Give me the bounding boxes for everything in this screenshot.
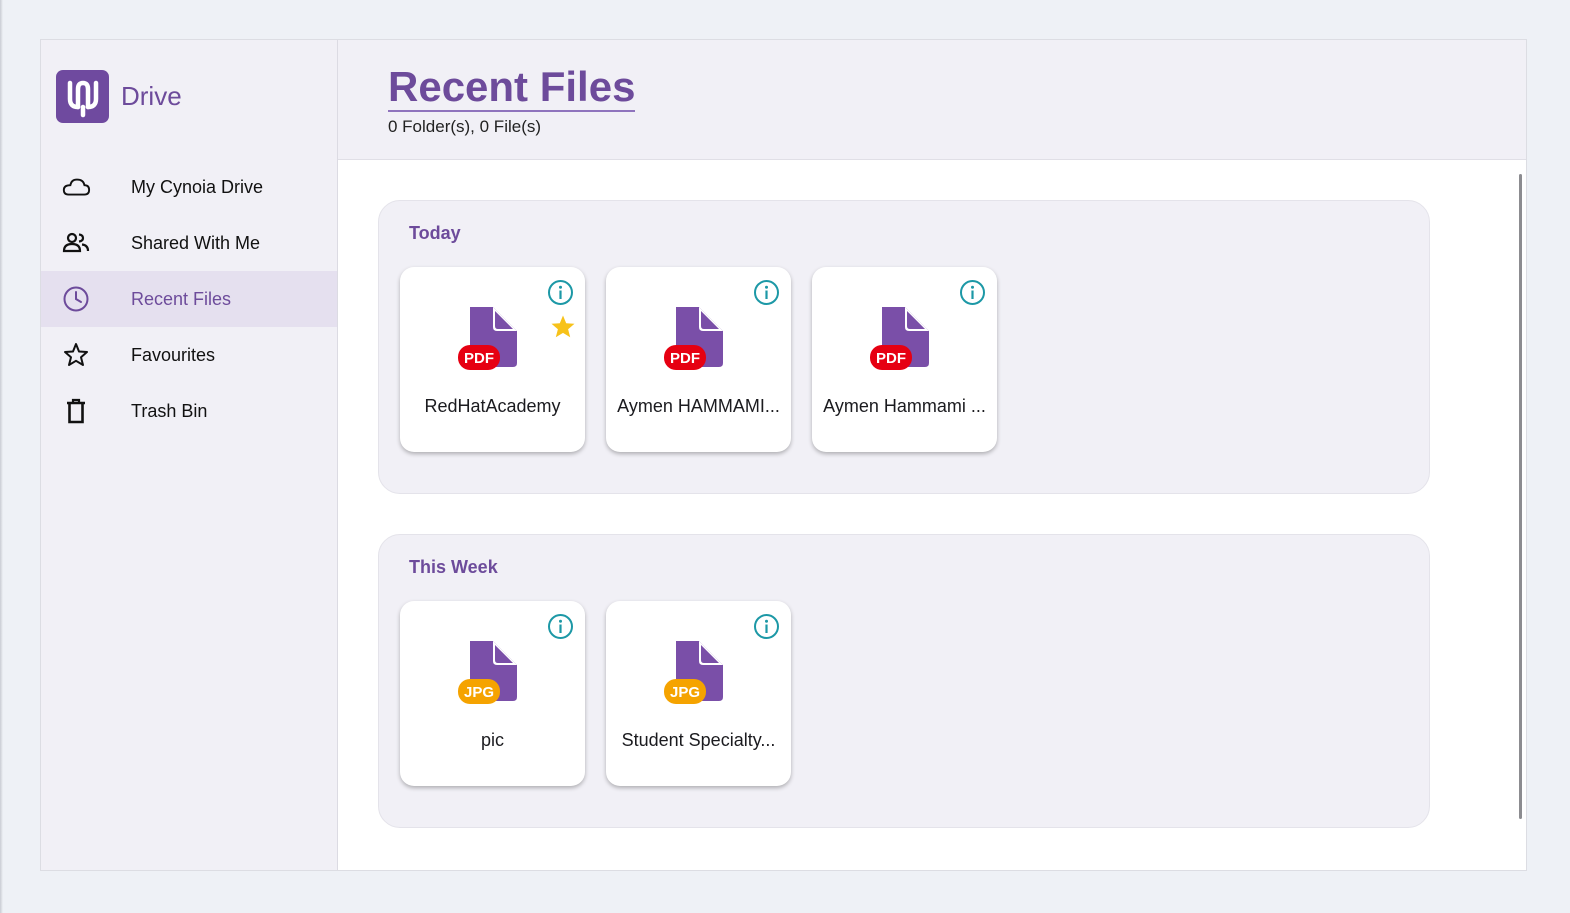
file-name: Student Specialty... [621, 730, 776, 750]
sidebar-item-label: My Cynoia Drive [131, 176, 264, 197]
file-name: pic [480, 730, 504, 750]
sidebar-item-label: Trash Bin [131, 400, 208, 421]
sidebar-item-label: Recent Files [131, 288, 232, 309]
file-card[interactable]: JPG pic [400, 601, 585, 786]
svg-text:PDF: PDF [464, 350, 494, 367]
people-icon [61, 228, 91, 258]
sidebar-item-label: Shared With Me [131, 232, 261, 253]
pdf-file-icon: PDF [869, 305, 941, 373]
sidebar-item-recent-files[interactable]: Recent Files [41, 271, 337, 327]
info-icon[interactable] [547, 613, 574, 640]
sidebar-item-trash-bin[interactable]: Trash Bin [41, 383, 337, 439]
page-title: Recent Files [388, 63, 636, 112]
file-card[interactable]: JPG Student Specialty... [606, 601, 791, 786]
sidebar-item-favourites[interactable]: Favourites [41, 327, 337, 383]
brand[interactable]: Drive [56, 70, 182, 123]
pdf-file-icon: PDF [457, 305, 529, 373]
info-icon[interactable] [547, 279, 574, 306]
favourite-star-icon[interactable] [550, 314, 576, 340]
file-name: Aymen Hammami ... [823, 396, 986, 416]
info-icon[interactable] [959, 279, 986, 306]
section-title: This Week [409, 557, 498, 577]
sidebar-nav: My Cynoia Drive Shared With Me Recent Fi… [41, 159, 337, 439]
pdf-file-icon: PDF [663, 305, 735, 373]
trash-icon [61, 396, 91, 426]
file-card[interactable]: PDF Aymen HAMMAMI... [606, 267, 791, 452]
sidebar-item-shared-with-me[interactable]: Shared With Me [41, 215, 337, 271]
drive-app: Drive My Cynoia Drive Shared With Me Rec… [40, 39, 1527, 871]
section-this-week: This Week JPG pic JPG Student Specialty.… [378, 534, 1430, 828]
page-header: Recent Files 0 Folder(s), 0 File(s) [338, 40, 1526, 160]
sidebar-item-label: Favourites [131, 344, 216, 365]
file-name: Aymen HAMMAMI... [617, 396, 780, 416]
section-title: Today [409, 223, 461, 243]
scrollbar[interactable] [1519, 174, 1522, 819]
info-icon[interactable] [753, 279, 780, 306]
clock-icon [61, 284, 91, 314]
svg-text:JPG: JPG [670, 684, 700, 701]
sidebar-item-my-cynoia-drive[interactable]: My Cynoia Drive [41, 159, 337, 215]
svg-text:PDF: PDF [670, 350, 700, 367]
recent-files-content: Today PDF RedHatAcademy PDF Aymen HAMMAM… [338, 160, 1526, 870]
app-name: Drive [121, 81, 182, 111]
jpg-file-icon: JPG [663, 639, 735, 707]
svg-text:JPG: JPG [464, 684, 494, 701]
sidebar: Drive My Cynoia Drive Shared With Me Rec… [41, 40, 338, 870]
file-name: RedHatAcademy [424, 396, 561, 416]
section-today: Today PDF RedHatAcademy PDF Aymen HAMMAM… [378, 200, 1430, 494]
file-card[interactable]: PDF Aymen Hammami ... [812, 267, 997, 452]
info-icon[interactable] [753, 613, 780, 640]
jpg-file-icon: JPG [457, 639, 529, 707]
svg-text:PDF: PDF [876, 350, 906, 367]
item-count: 0 Folder(s), 0 File(s) [388, 117, 542, 136]
window-edge [0, 0, 3, 913]
star-outline-icon [61, 340, 91, 370]
cloud-icon [61, 172, 91, 202]
file-card[interactable]: PDF RedHatAcademy [400, 267, 585, 452]
cynoia-logo-icon [56, 70, 109, 123]
